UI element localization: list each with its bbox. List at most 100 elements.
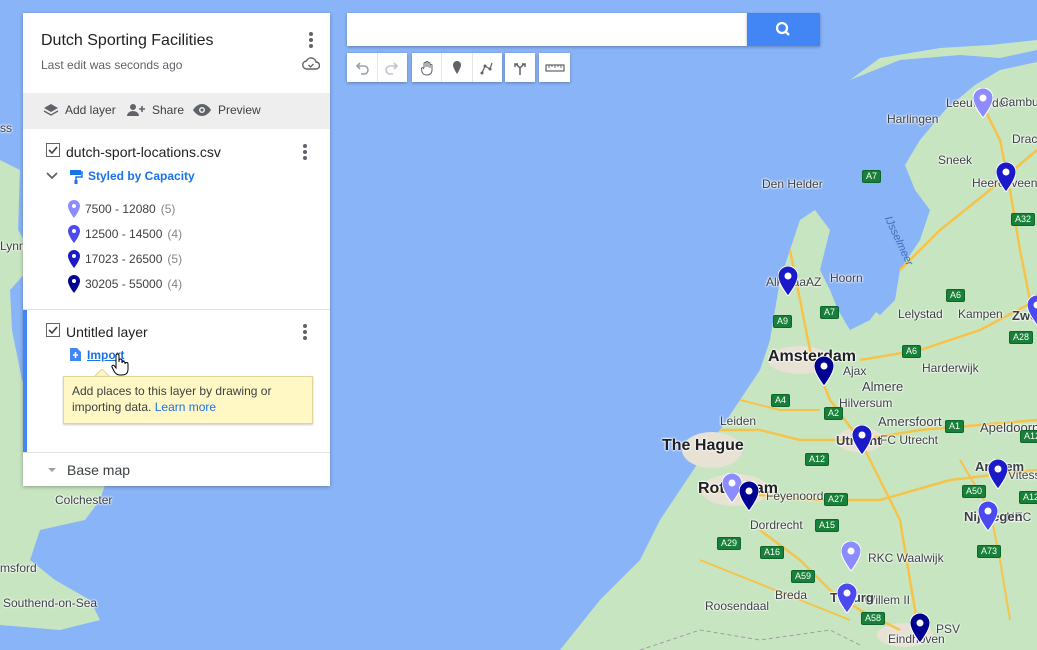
map-city-label: Ajax [843,364,867,378]
marker-icon [452,60,461,74]
panel-toolbar: Add layer Share Preview [23,93,330,129]
map-title[interactable]: Dutch Sporting Facilities [41,32,214,50]
selected-layer-indicator [23,310,27,452]
road-shield: A59 [791,570,816,583]
import-tooltip: Add places to this layer by drawing or i… [63,376,313,424]
hand-icon [420,60,433,76]
map-marker-pin[interactable] [988,459,1008,489]
base-map-label[interactable]: Base map [67,462,130,478]
map-city-label: Den Helder [762,177,823,191]
redo-button[interactable] [378,53,408,82]
chevron-down-icon[interactable] [45,171,59,181]
road-shield: A28 [1009,331,1034,344]
paint-roller-icon [70,170,83,184]
legend-range: 7500 - 12080 [85,202,156,216]
map-marker-pin[interactable] [996,162,1016,192]
measure-button[interactable] [539,53,570,82]
road-shield: A32 [1011,213,1036,226]
map-city-label: Leiden [720,414,757,428]
map-city-label: Almere [862,379,904,394]
road-shield: A1 [945,420,965,433]
layer2-options-button[interactable] [295,322,315,344]
legend-count: (4) [167,277,183,291]
map-city-label: The Hague [662,437,744,454]
search-button[interactable] [747,13,820,46]
chevron-down-icon[interactable] [46,464,58,476]
layer1-options-button[interactable] [295,142,315,164]
map-city-label: Lelystad [898,307,943,321]
map-city-label: Kampen [958,307,1003,321]
map-marker-pin[interactable] [841,541,861,571]
marker-icon [68,200,80,218]
legend-item[interactable]: 30205 - 55000 (4) [68,275,182,293]
map-options-button[interactable] [301,30,321,52]
road-shield: A16 [760,546,785,559]
legend-item[interactable]: 17023 - 26500 (5) [68,250,182,268]
map-city-label: PSV [936,622,961,636]
map-marker-pin[interactable] [837,583,857,613]
checkbox-checked-icon [46,143,60,157]
road-shield: A58 [861,612,886,625]
undo-button[interactable] [347,53,378,82]
map-city-label: Hoorn [830,271,863,285]
styled-by-link[interactable]: Styled by Capacity [88,169,195,183]
road-shield: A7 [862,170,882,183]
map-city-label: AZ [806,275,822,289]
map-marker-pin[interactable] [739,481,759,511]
map-city-label: Harderwijk [922,361,979,375]
map-marker-pin[interactable] [973,88,993,118]
map-marker-pin[interactable] [910,613,930,643]
learn-more-link[interactable]: Learn more [155,400,216,414]
hand-cursor-icon [111,353,129,376]
road-shield: A4 [771,394,791,407]
road-shield: A2 [824,407,844,420]
map-city-label: Harlingen [887,112,939,126]
map-city-label: RKC Waalwijk [868,551,944,565]
add-marker-button[interactable] [442,53,473,82]
directions-button[interactable] [505,53,535,82]
road-shield: A29 [717,537,742,550]
legend-item[interactable]: 7500 - 12080 (5) [68,200,175,218]
divider [23,309,330,310]
map-marker-pin[interactable] [1027,295,1037,325]
layer2-checkbox[interactable] [46,323,60,337]
map-city-label: Lynn [0,239,26,253]
add-layer-button[interactable]: Add layer [43,103,116,117]
legend-item[interactable]: 12500 - 14500 (4) [68,225,182,243]
add-person-icon [127,104,145,116]
add-layer-label: Add layer [65,103,116,117]
road-shield: A6 [946,289,966,302]
search-input[interactable] [347,13,747,46]
legend-count: (4) [167,227,183,241]
road-shield: A50 [962,485,987,498]
pan-tool-button[interactable] [412,53,443,82]
map-marker-pin[interactable] [778,266,798,296]
map-city-label: ss [0,121,12,135]
road-shield: A12 [805,453,830,466]
share-button[interactable]: Share [126,103,184,117]
preview-button[interactable]: Preview [192,103,261,117]
map-marker-pin[interactable] [814,356,834,386]
map-city-label: Colchester [55,493,113,507]
layer2-name[interactable]: Untitled layer [66,324,148,340]
ruler-icon [544,63,565,72]
layer1-name[interactable]: dutch-sport-locations.csv [66,144,221,160]
layers-panel: Dutch Sporting Facilities Last edit was … [23,13,330,486]
legend-count: (5) [160,202,176,216]
draw-line-button[interactable] [473,53,502,82]
map-city-label: Roosendaal [705,599,770,613]
legend-range: 30205 - 55000 [85,277,163,291]
road-shield: A73 [977,545,1002,558]
road-shield: A12 [1020,430,1037,443]
legend-range: 12500 - 14500 [85,227,163,241]
map-marker-pin[interactable] [852,425,872,455]
last-edit-status: Last edit was seconds ago [41,58,183,72]
cloud-saved-icon [302,57,320,70]
map-city-label: msford [0,561,37,575]
map-marker-pin[interactable] [978,501,998,531]
map-city-label: Southend-on-Sea [3,596,98,610]
directions-tool [505,53,535,82]
layer1-checkbox[interactable] [46,143,60,157]
map-city-label: FC Utrecht [880,433,939,447]
map-city-label: Amsterdam [768,348,857,365]
